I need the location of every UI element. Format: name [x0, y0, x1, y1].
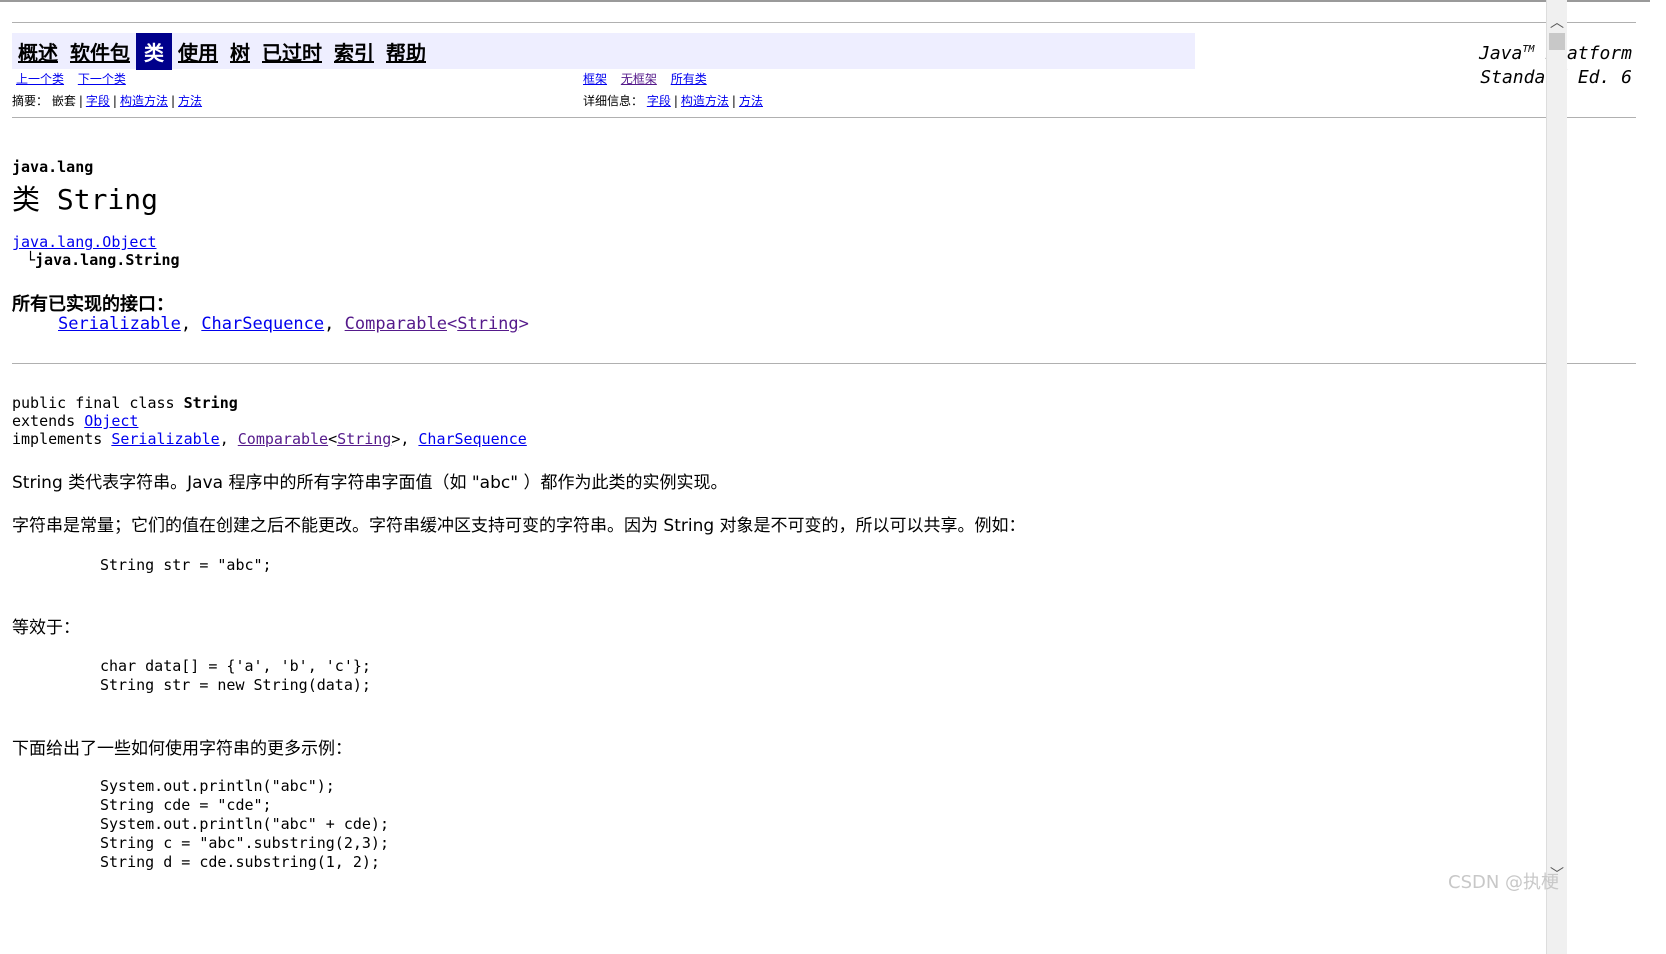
detail-label: 详细信息：: [583, 94, 644, 108]
javadoc-page: 概述 软件包 类 使用 树 已过时 索引 帮助 JavaTM Platform …: [0, 0, 1666, 954]
nav-use[interactable]: 使用: [172, 37, 224, 66]
nav-deprecated[interactable]: 已过时: [256, 37, 328, 66]
nav-help[interactable]: 帮助: [380, 37, 432, 66]
noframes-link[interactable]: 无框架: [621, 72, 657, 86]
interfaces-list: Serializable, CharSequence, Comparable<S…: [58, 314, 529, 334]
code-example-3: System.out.println("abc"); String cde = …: [100, 777, 389, 871]
scroll-up-icon[interactable]: ︿: [1547, 12, 1567, 31]
detail-constructor-link[interactable]: 构造方法: [681, 94, 729, 108]
top-divider: [12, 22, 1636, 23]
prev-class-link[interactable]: 上一个类: [16, 72, 64, 86]
nav-overview[interactable]: 概述: [12, 37, 64, 66]
class-subnav: 上一个类 下一个类: [16, 70, 136, 87]
serializable-link[interactable]: Serializable: [58, 314, 181, 334]
decl-extends: extends: [12, 412, 85, 430]
vertical-scrollbar[interactable]: ︿ ﹀: [1546, 0, 1567, 954]
watermark: CSDN @执梗: [1448, 872, 1560, 893]
nav-package[interactable]: 软件包: [64, 37, 136, 66]
decl-serializable-link[interactable]: Serializable: [111, 430, 219, 448]
description-p3: 等效于：: [12, 618, 80, 638]
header-divider: [12, 117, 1636, 118]
comparable-link[interactable]: Comparable: [345, 314, 447, 334]
frame-subnav: 框架 无框架 所有类: [583, 70, 717, 87]
string-type-link[interactable]: String: [457, 314, 518, 334]
description-p4: 下面给出了一些如何使用字符串的更多示例：: [12, 739, 352, 759]
hierarchy-parent: java.lang.Object: [12, 233, 157, 251]
nav-class-current: 类: [136, 32, 172, 70]
platform-label: JavaTM Platform Standard Ed. 6: [1452, 38, 1632, 90]
decl-comparable-link[interactable]: Comparable: [238, 430, 328, 448]
package-name: java.lang: [12, 158, 94, 176]
trademark: TM: [1522, 44, 1535, 55]
summary-method-link[interactable]: 方法: [178, 94, 202, 108]
hierarchy-child-name: java.lang.String: [35, 251, 180, 269]
detail-field-link[interactable]: 字段: [647, 94, 671, 108]
summary-field-link[interactable]: 字段: [86, 94, 110, 108]
object-link[interactable]: java.lang.Object: [12, 233, 157, 251]
scroll-thumb[interactable]: [1549, 33, 1565, 50]
main-navbar: 概述 软件包 类 使用 树 已过时 索引 帮助: [12, 32, 1195, 70]
allclasses-link[interactable]: 所有类: [671, 72, 707, 86]
decl-implements: implements: [12, 430, 112, 448]
detail-bar: 详细信息： 字段 | 构造方法 | 方法: [583, 94, 763, 108]
hierarchy-child: └java.lang.String: [26, 251, 180, 269]
code-example-2: char data[] = {'a', 'b', 'c'}; String st…: [100, 657, 371, 694]
decl-string-link[interactable]: String: [337, 430, 391, 448]
next-class-link[interactable]: 下一个类: [78, 72, 126, 86]
class-declaration: public final class String extends Object…: [12, 394, 527, 448]
code-example-1: String str = "abc";: [100, 556, 272, 574]
decl-charsequence-link[interactable]: CharSequence: [418, 430, 526, 448]
interfaces-heading: 所有已实现的接口：: [12, 294, 174, 315]
summary-bar: 摘要： 嵌套 | 字段 | 构造方法 | 方法: [12, 94, 203, 108]
top-border: [0, 0, 1650, 2]
section-divider: [12, 363, 1636, 364]
nav-tree[interactable]: 树: [224, 37, 256, 66]
frames-link[interactable]: 框架: [583, 72, 607, 86]
description-p2: 字符串是常量；它们的值在创建之后不能更改。字符串缓冲区支持可变的字符串。因为 S…: [12, 516, 1026, 536]
summary-constructor-link[interactable]: 构造方法: [120, 94, 168, 108]
decl-modifiers: public final class: [12, 394, 184, 412]
detail-method-link[interactable]: 方法: [739, 94, 763, 108]
nav-index[interactable]: 索引: [328, 37, 380, 66]
charsequence-link[interactable]: CharSequence: [201, 314, 324, 334]
summary-label: 摘要：: [12, 94, 49, 108]
platform-java: Java: [1479, 43, 1523, 64]
decl-object-link[interactable]: Object: [84, 412, 138, 430]
decl-class-name: String: [183, 394, 238, 412]
summary-nested: 嵌套: [51, 94, 76, 108]
description-p1: String 类代表字符串。Java 程序中的所有字符串字面值（如 "abc" …: [12, 473, 728, 493]
page-title: 类 String: [12, 183, 159, 216]
tree-connector: └: [26, 251, 36, 269]
